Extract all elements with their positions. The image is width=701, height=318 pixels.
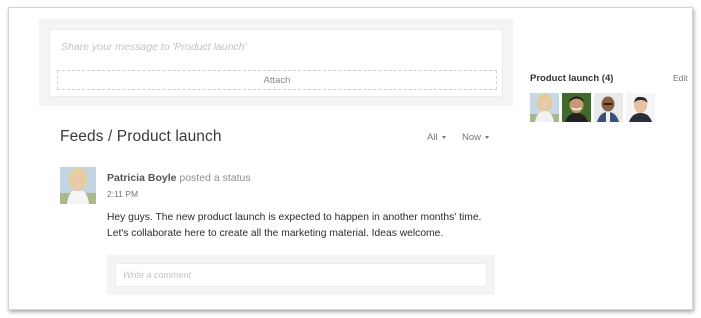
message-box: Attach: [49, 29, 503, 97]
group-edit-link[interactable]: Edit: [673, 73, 688, 83]
author-name[interactable]: Patricia Boyle: [107, 172, 176, 184]
feeds-title: Feeds / Product launch: [60, 128, 222, 145]
post-body-line: Hey guys. The new product launch is expe…: [107, 212, 482, 223]
post-header: Patricia Boyle posted a status: [107, 172, 251, 184]
attach-label: Attach: [263, 74, 291, 86]
group-title: Product launch (4): [530, 73, 614, 84]
post-body-line: Let's collaborate here to create all the…: [107, 228, 444, 239]
filter-now-label: Now: [462, 132, 482, 143]
message-input[interactable]: [50, 30, 502, 56]
group-members: [530, 93, 655, 122]
filter-all-dropdown[interactable]: All: [427, 132, 446, 143]
attach-button[interactable]: Attach: [57, 70, 497, 90]
post-timestamp: 2:11 PM: [107, 189, 139, 199]
filter-now-dropdown[interactable]: Now: [462, 132, 490, 143]
comment-input[interactable]: [115, 263, 487, 287]
filter-all-label: All: [427, 132, 438, 143]
chevron-down-icon: [485, 136, 490, 139]
app-window: Attach Feeds / Product launch All Now Pa…: [8, 7, 693, 310]
member-avatar-man-bald[interactable]: [594, 93, 623, 122]
post-action: posted a status: [179, 172, 251, 184]
composer-panel: Attach: [39, 19, 513, 106]
chevron-down-icon: [441, 136, 446, 139]
comment-panel: [107, 255, 495, 295]
member-avatar-man-dark-hair[interactable]: [626, 93, 655, 122]
member-avatar-woman-blonde[interactable]: [530, 93, 559, 122]
member-avatar-man-smiling[interactable]: [562, 93, 591, 122]
post-body: Hey guys. The new product launch is expe…: [107, 210, 507, 242]
author-avatar[interactable]: [60, 167, 96, 204]
